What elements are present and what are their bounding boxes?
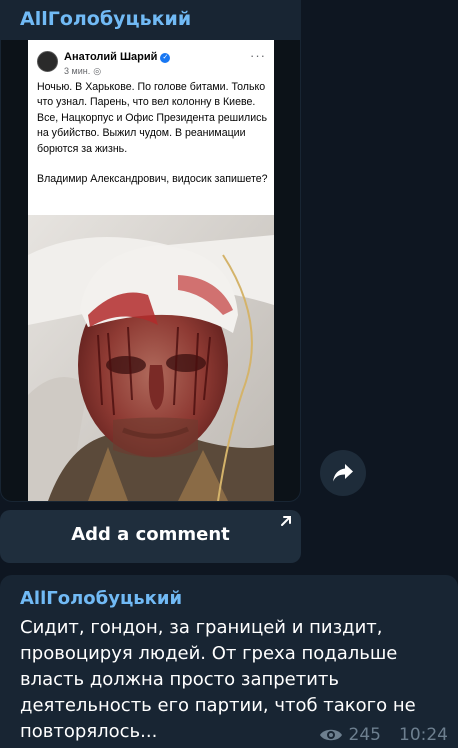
message-time: 10:24 [399,725,448,745]
post-image[interactable]: Анатолий Шарий ✓ 3 мин. ◎ ··· Ночью. В Хар… [1,40,300,501]
author-name: Анатолий Шарий [64,51,158,63]
post-time: 3 мин. [64,66,91,76]
share-button[interactable] [320,450,366,496]
arrow-up-right-icon [281,516,291,526]
photo-illustration [28,215,274,501]
message-meta: 245 10:24 [319,724,448,746]
globe-icon: ◎ [93,66,102,76]
share-arrow-icon [333,464,353,482]
channel-name[interactable]: AllГолобуцький [20,8,191,30]
reply-message-bubble: AllГолобуцький Сидит, гондон, за границе… [0,575,458,748]
channel-post-bubble: AllГолобуцький Анатолий Шарий ✓ 3 мин. ◎ ·… [0,0,301,502]
add-comment-button[interactable]: Add a comment [0,510,301,563]
injured-man-photo [28,215,274,501]
verified-badge-icon: ✓ [160,53,171,63]
author-avatar [37,51,58,72]
add-comment-label: Add a comment [71,524,230,545]
post-text: Ночью. В Харькове. По голове битами. Тол… [37,81,268,186]
view-count: 245 [348,725,381,745]
more-options-icon: ··· [250,48,266,63]
reply-channel-name[interactable]: AllГолобуцький [20,588,182,609]
facebook-post-screenshot: Анатолий Шарий ✓ 3 мин. ◎ ··· Ночью. В Хар… [28,40,274,501]
eye-icon [319,729,342,741]
